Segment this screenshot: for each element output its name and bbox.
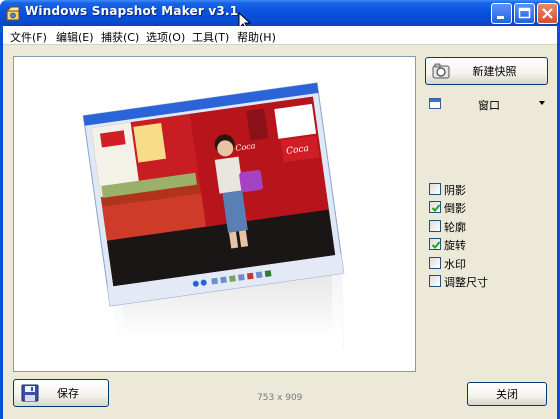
checkbox-rotate[interactable] <box>429 238 441 250</box>
floppy-disk-icon <box>21 384 39 402</box>
capture-mode-value: 窗口 <box>478 99 500 112</box>
window-title: Windows Snapshot Maker v3.1 <box>25 4 239 18</box>
snapshot-preview-canvas: Coca Coca <box>82 82 345 371</box>
save-label: 保存 <box>57 387 79 400</box>
save-button[interactable]: 保存 <box>13 379 109 407</box>
camera-icon <box>432 63 450 79</box>
option-outline-label: 轮廓 <box>444 221 466 234</box>
menu-file[interactable]: 文件(F) <box>10 29 47 45</box>
chevron-down-icon <box>539 101 545 105</box>
menu-options[interactable]: 选项(O) <box>146 29 185 45</box>
checkbox-watermark[interactable] <box>429 257 441 269</box>
checkbox-reflection[interactable] <box>429 201 441 213</box>
capture-mode-dropdown[interactable]: 窗口 <box>429 96 549 112</box>
close-window-button[interactable] <box>537 3 558 24</box>
menu-help[interactable]: 帮助(H) <box>237 29 276 45</box>
option-watermark-label: 水印 <box>444 258 466 271</box>
title-bar[interactable]: Windows Snapshot Maker v3.1 <box>0 0 560 26</box>
checkmark-icon <box>431 241 441 249</box>
minimize-icon <box>497 16 504 19</box>
close-icon <box>542 8 553 19</box>
checkbox-shadow[interactable] <box>429 183 441 195</box>
menu-capture[interactable]: 捕获(C) <box>101 29 139 45</box>
app-icon <box>5 6 20 21</box>
menu-bar: 文件(F) 编辑(E) 捕获(C) 选项(O) 工具(T) 帮助(H) <box>3 26 557 45</box>
new-snapshot-label: 新建快照 <box>472 65 517 78</box>
image-dimensions: 753 x 909 <box>257 393 303 403</box>
close-label: 关闭 <box>496 388 518 401</box>
menu-edit[interactable]: 编辑(E) <box>56 29 94 45</box>
new-snapshot-button[interactable]: 新建快照 <box>425 57 548 85</box>
rotated-screenshot: Coca Coca <box>82 82 345 307</box>
option-reflection-label: 倒影 <box>444 202 466 215</box>
client-area: 文件(F) 编辑(E) 捕获(C) 选项(O) 工具(T) 帮助(H) Coca… <box>3 26 557 419</box>
snapshot-preview: Coca Coca <box>13 56 416 372</box>
option-resize-label: 调整尺寸 <box>444 276 488 289</box>
minimize-button[interactable] <box>491 3 512 24</box>
checkbox-resize[interactable] <box>429 275 441 287</box>
menu-tools[interactable]: 工具(T) <box>192 29 229 45</box>
checkbox-outline[interactable] <box>429 220 441 232</box>
checkmark-icon <box>431 204 441 212</box>
close-button[interactable]: 关闭 <box>467 382 547 406</box>
maximize-icon <box>518 7 531 19</box>
app-window: Windows Snapshot Maker v3.1 文件(F) 编辑(E) … <box>0 0 560 419</box>
maximize-button[interactable] <box>514 3 535 24</box>
option-rotate-label: 旋转 <box>444 239 466 252</box>
option-shadow-label: 阴影 <box>444 184 466 197</box>
window-mode-icon <box>429 98 441 109</box>
